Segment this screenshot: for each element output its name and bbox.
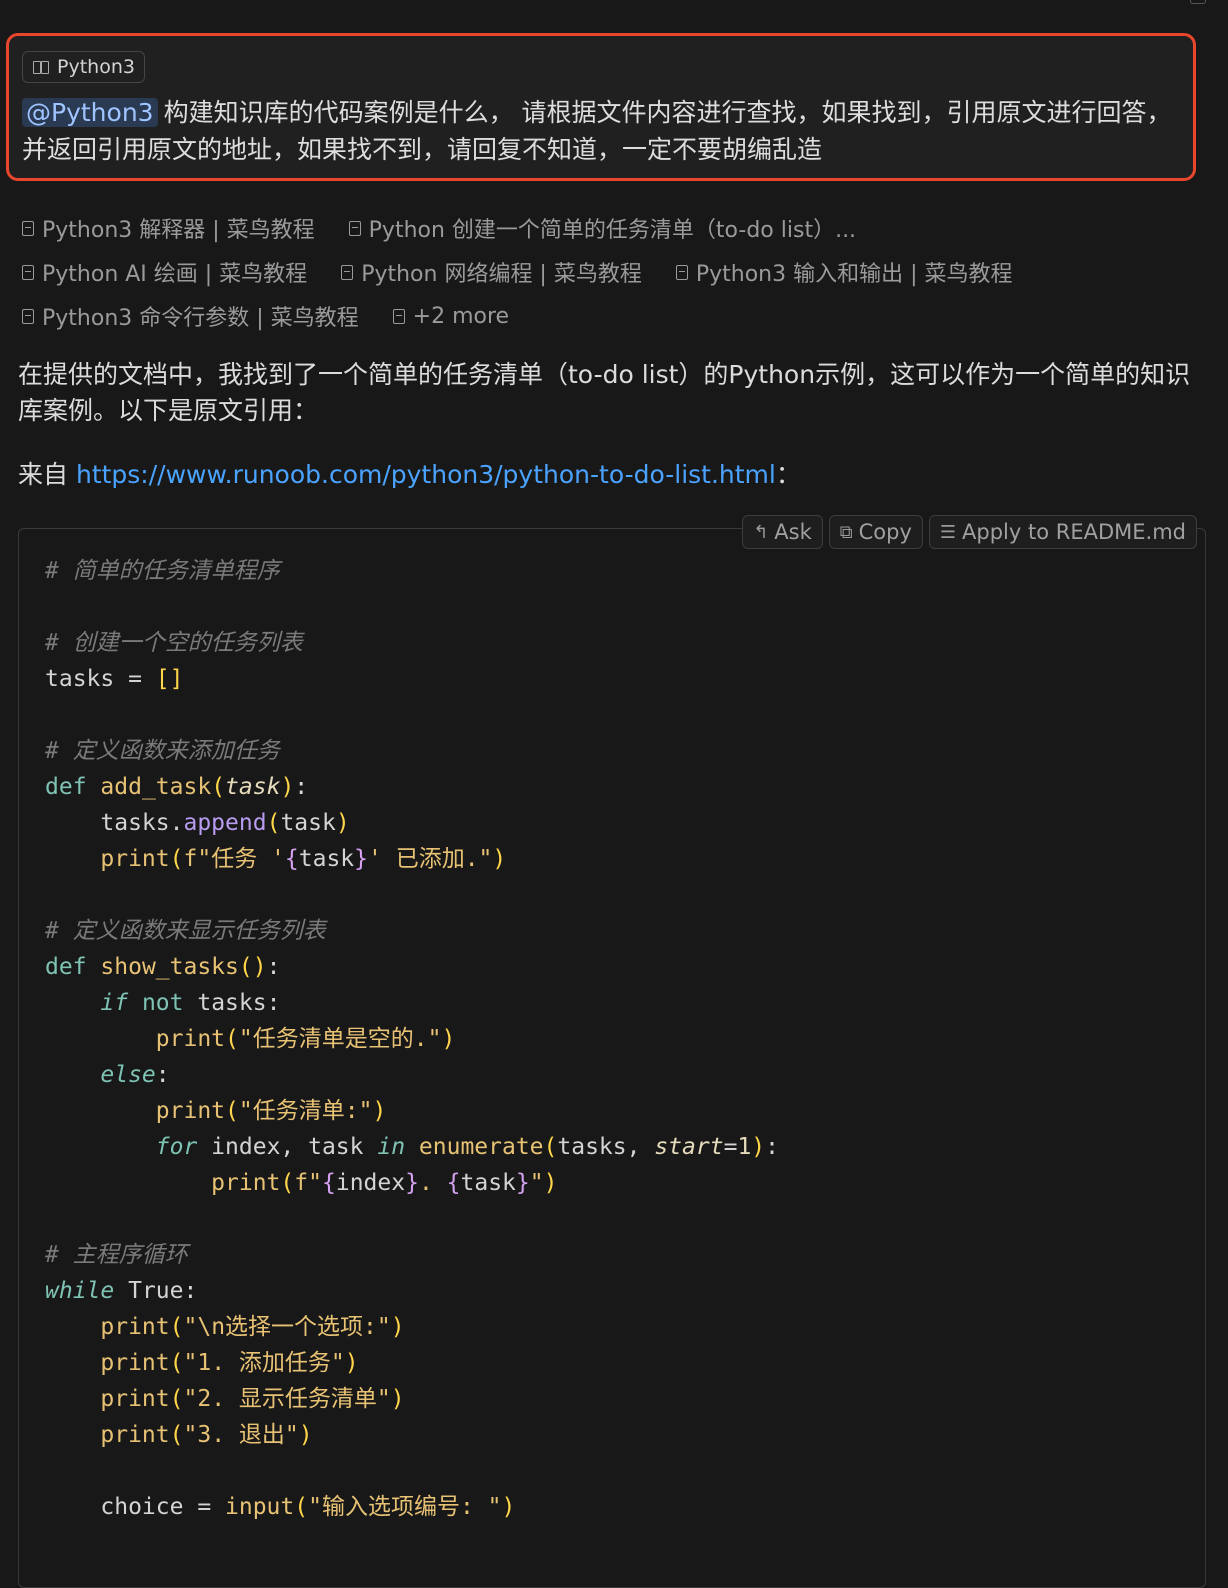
- document-icon: [22, 308, 34, 324]
- source-row: Python AI 绘画 | 菜鸟教程 Python 网络编程 | 菜鸟教程 P…: [22, 250, 1212, 294]
- source-label: Python 创建一个简单的任务清单（to-do list）...: [368, 218, 857, 243]
- answer-text: 在提供的文档中，我找到了一个简单的任务清单（to-do list）的Python…: [18, 360, 1191, 425]
- more-sources-label: +2 more: [412, 303, 510, 329]
- document-icon: [22, 264, 34, 280]
- query-card: Python3 @Python3 构建知识库的代码案例是什么， 请根据文件内容进行…: [6, 33, 1196, 181]
- source-label: Python3 输入和输出 | 菜鸟教程: [695, 262, 1013, 287]
- source-item[interactable]: Python3 解释器 | 菜鸟教程: [22, 212, 315, 244]
- apply-icon: ☰: [939, 521, 957, 543]
- copy-button[interactable]: ⧉ Copy: [828, 515, 923, 549]
- source-list: Python3 解释器 | 菜鸟教程 Python 创建一个简单的任务清单（to…: [22, 206, 1212, 338]
- query-text: @Python3 构建知识库的代码案例是什么， 请根据文件内容进行查找，如果找到，…: [22, 94, 1177, 168]
- context-chip[interactable]: Python3: [22, 51, 145, 83]
- more-sources-button[interactable]: +2 more: [392, 303, 510, 329]
- source-item[interactable]: Python3 输入和输出 | 菜鸟教程: [675, 256, 1013, 288]
- source-link[interactable]: https://www.runoob.com/python3/python-to…: [76, 460, 776, 489]
- document-icon: [341, 264, 354, 280]
- document-icon: [348, 220, 361, 236]
- apply-button[interactable]: ☰ Apply to README.md: [928, 515, 1197, 549]
- from-label: 来自: [18, 460, 69, 489]
- source-citation: 来自 https://www.runoob.com/python3/python…: [18, 457, 801, 493]
- source-row: Python3 命令行参数 | 菜鸟教程 +2 more: [22, 294, 1212, 338]
- code-block: ↰ Ask ⧉ Copy ☰ Apply to README.md # 简单的任务清单…: [18, 515, 1206, 1588]
- ask-button[interactable]: ↰ Ask: [742, 515, 823, 549]
- from-suffix: ：: [775, 460, 801, 489]
- document-icon: [675, 264, 688, 280]
- apply-label: Apply to README.md: [962, 520, 1186, 544]
- copy-icon: ⧉: [839, 521, 853, 543]
- context-chip-label: Python3: [57, 56, 135, 78]
- document-icon: [22, 220, 34, 236]
- copy-label: Copy: [858, 520, 912, 544]
- source-item[interactable]: Python 创建一个简单的任务清单（to-do list）...: [348, 212, 857, 244]
- query-body: 构建知识库的代码案例是什么， 请根据文件内容进行查找，如果找到，引用原文进行回答…: [22, 98, 1172, 164]
- code-content[interactable]: # 简单的任务清单程序 # 创建一个空的任务列表 tasks = [] # 定义…: [45, 553, 779, 1525]
- source-label: Python3 解释器 | 菜鸟教程: [42, 218, 315, 243]
- document-icon: [392, 308, 405, 324]
- mention-tag[interactable]: @Python3: [22, 98, 158, 127]
- ask-label: Ask: [774, 520, 812, 544]
- window-edge-icon: [1190, 0, 1206, 4]
- source-label: Python 网络编程 | 菜鸟教程: [361, 262, 642, 287]
- source-label: Python3 命令行参数 | 菜鸟教程: [42, 306, 359, 331]
- book-icon: [33, 60, 49, 74]
- source-item[interactable]: Python AI 绘画 | 菜鸟教程: [22, 256, 307, 288]
- source-item[interactable]: Python3 命令行参数 | 菜鸟教程: [22, 300, 359, 332]
- source-item[interactable]: Python 网络编程 | 菜鸟教程: [341, 256, 642, 288]
- code-actions: ↰ Ask ⧉ Copy ☰ Apply to README.md: [742, 515, 1197, 549]
- source-row: Python3 解释器 | 菜鸟教程 Python 创建一个简单的任务清单（to…: [22, 206, 1212, 250]
- source-label: Python AI 绘画 | 菜鸟教程: [42, 262, 308, 287]
- reply-icon: ↰: [753, 521, 769, 543]
